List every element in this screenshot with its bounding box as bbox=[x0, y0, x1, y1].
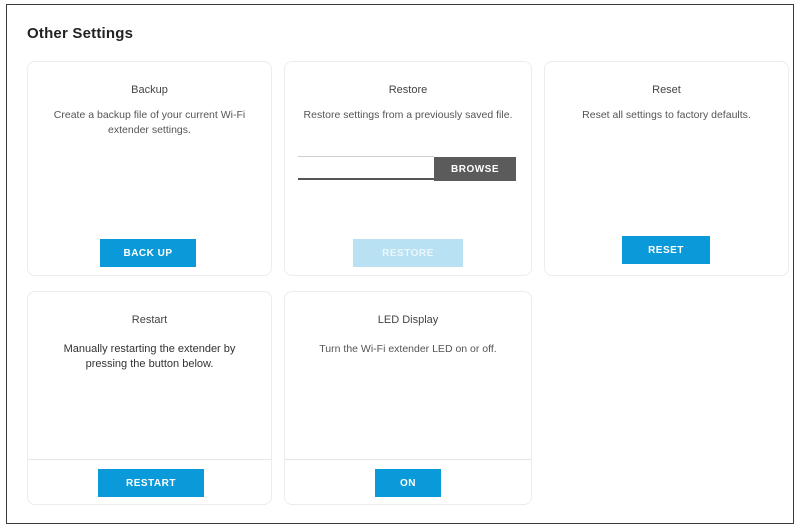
backup-card: Backup Create a backup file of your curr… bbox=[27, 61, 272, 276]
reset-button[interactable]: RESET bbox=[622, 236, 710, 264]
led-display-title: LED Display bbox=[377, 314, 439, 326]
restart-divider bbox=[28, 459, 271, 460]
other-settings-panel: Other Settings Backup Create a backup fi… bbox=[6, 4, 794, 524]
restore-file-input[interactable] bbox=[298, 156, 434, 180]
reset-description: Reset all settings to factory defaults. bbox=[582, 109, 751, 121]
restart-description: Manually restarting the extender by pres… bbox=[63, 343, 236, 370]
led-display-description: Turn the Wi-Fi extender LED on or off. bbox=[319, 343, 497, 355]
restart-card: Restart Manually restarting the extender… bbox=[27, 291, 272, 505]
restore-card: Restore Restore settings from a previous… bbox=[284, 61, 532, 276]
backup-description: Create a backup file of your current Wi-… bbox=[53, 109, 246, 136]
led-toggle-button[interactable]: ON bbox=[375, 469, 441, 497]
reset-title: Reset bbox=[652, 84, 681, 96]
backup-button[interactable]: BACK UP bbox=[100, 239, 196, 267]
restore-title: Restore bbox=[388, 84, 428, 96]
page-title: Other Settings bbox=[27, 25, 134, 42]
restore-description: Restore settings from a previously saved… bbox=[303, 109, 513, 121]
led-display-card: LED Display Turn the Wi-Fi extender LED … bbox=[284, 291, 532, 505]
restart-button[interactable]: RESTART bbox=[98, 469, 204, 497]
backup-title: Backup bbox=[131, 84, 168, 96]
led-divider bbox=[285, 459, 531, 460]
reset-card: Reset Reset all settings to factory defa… bbox=[544, 61, 789, 276]
browse-button[interactable]: BROWSE bbox=[434, 157, 516, 181]
restart-title: Restart bbox=[131, 314, 168, 326]
restore-button[interactable]: RESTORE bbox=[353, 239, 463, 267]
